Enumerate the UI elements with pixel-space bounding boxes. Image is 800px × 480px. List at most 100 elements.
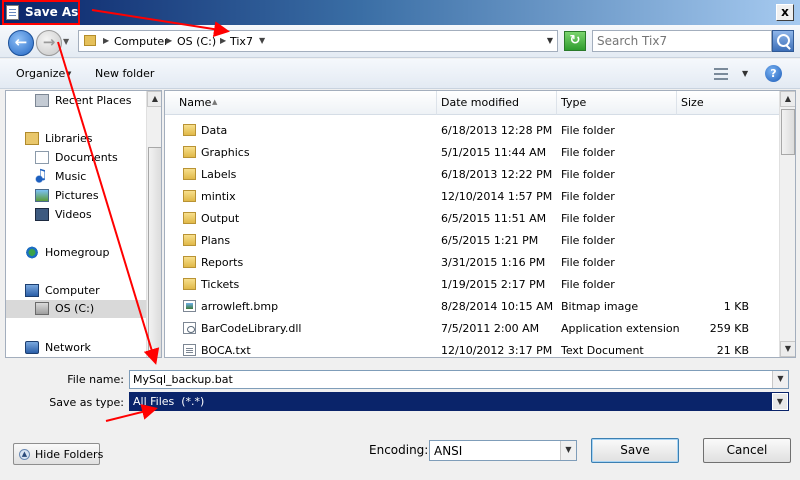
file-name: mintix <box>201 190 236 203</box>
table-row[interactable]: Tickets 1/19/2015 2:17 PM File folder <box>165 274 780 296</box>
back-arrow-icon[interactable]: ← <box>8 30 34 56</box>
organize-chevron-icon[interactable]: ▼ <box>66 70 71 78</box>
sidebar-item-videos[interactable]: Videos <box>6 206 146 224</box>
save-as-type-select[interactable]: All Files (*.*) ▼ <box>129 392 789 411</box>
sidebar-item-music[interactable]: Music <box>6 167 146 186</box>
table-row[interactable]: BOCA.txt 12/10/2012 3:17 PM Text Documen… <box>165 340 780 357</box>
file-type: File folder <box>561 168 615 181</box>
file-name: Labels <box>201 168 237 181</box>
address-dropdown-icon[interactable]: ▼ <box>547 36 553 45</box>
file-list-scrollbar[interactable]: ▲ ▼ <box>779 91 795 357</box>
sidebar-item-documents[interactable]: Documents <box>6 149 146 167</box>
save-as-type-label: Save as type: <box>49 396 124 409</box>
address-bar[interactable]: ▶ Computer ▶ OS (C:) ▶ Tix7 ▼ ▼ <box>78 30 558 52</box>
column-header-date-modified[interactable]: Date modified <box>437 91 557 115</box>
folder-icon <box>183 190 196 202</box>
change-view-icon[interactable] <box>714 68 728 80</box>
documents-icon <box>35 151 49 164</box>
table-row[interactable]: Data 6/18/2013 12:28 PM File folder <box>165 120 780 142</box>
breadcrumb-separator-icon[interactable]: ▼ <box>259 36 265 45</box>
sidebar-item-recent-places[interactable]: Recent Places <box>6 92 146 110</box>
scroll-up-icon[interactable]: ▲ <box>147 91 161 107</box>
help-icon[interactable]: ? <box>765 65 782 82</box>
sidebar-item-network[interactable]: Network <box>6 339 146 357</box>
file-name-field[interactable]: ▼ <box>129 370 789 389</box>
sidebar-scrollbar[interactable]: ▲ <box>146 91 161 357</box>
encoding-dropdown-icon[interactable]: ▼ <box>560 441 576 460</box>
table-row[interactable]: Plans 6/5/2015 1:21 PM File folder <box>165 230 780 252</box>
recent-pages-chevron-icon[interactable]: ▼ <box>63 37 69 46</box>
close-button[interactable]: x <box>776 4 794 21</box>
search-box[interactable] <box>592 30 772 52</box>
new-folder-button[interactable]: New folder <box>95 67 154 80</box>
table-row[interactable]: Output 6/5/2015 11:51 AM File folder <box>165 208 780 230</box>
file-name-input[interactable] <box>130 371 770 388</box>
breadcrumb-os-c[interactable]: OS (C:) <box>177 35 216 48</box>
scrollbar-thumb[interactable] <box>781 109 795 155</box>
sidebar-item-label: Pictures <box>55 189 99 202</box>
encoding-select[interactable]: ANSI ▼ <box>429 440 577 461</box>
breadcrumb-separator-icon[interactable]: ▶ <box>103 36 109 45</box>
title-bar: Save As x <box>0 0 800 25</box>
file-type: File folder <box>561 124 615 137</box>
column-header-type[interactable]: Type <box>557 91 677 115</box>
search-icon[interactable] <box>772 30 794 52</box>
folder-icon <box>183 168 196 180</box>
sidebar-item-libraries[interactable]: Libraries <box>6 130 146 148</box>
folder-icon <box>183 278 196 290</box>
breadcrumb-separator-icon[interactable]: ▶ <box>166 36 172 45</box>
save-as-type-dropdown-icon[interactable]: ▼ <box>772 393 788 410</box>
breadcrumb-computer[interactable]: Computer <box>114 35 169 48</box>
sidebar-item-label: Documents <box>55 151 118 164</box>
homegroup-icon <box>25 246 39 259</box>
file-date: 6/5/2015 11:51 AM <box>441 212 547 225</box>
file-date: 7/5/2011 2:00 AM <box>441 322 540 335</box>
file-type: Bitmap image <box>561 300 639 313</box>
table-row[interactable]: Reports 3/31/2015 1:16 PM File folder <box>165 252 780 274</box>
scroll-down-icon[interactable]: ▼ <box>780 341 795 357</box>
libraries-icon <box>25 132 39 145</box>
table-row[interactable]: mintix 12/10/2014 1:57 PM File folder <box>165 186 780 208</box>
file-size: 1 KB <box>723 300 749 313</box>
file-type: File folder <box>561 212 615 225</box>
scroll-up-icon[interactable]: ▲ <box>780 91 795 107</box>
file-date: 1/19/2015 2:17 PM <box>441 278 546 291</box>
table-row[interactable]: BarCodeLibrary.dll 7/5/2011 2:00 AM Appl… <box>165 318 780 340</box>
cancel-button[interactable]: Cancel <box>703 438 791 463</box>
folder-icon <box>84 35 96 46</box>
sidebar-item-homegroup[interactable]: Homegroup <box>6 244 146 262</box>
file-name: Graphics <box>201 146 250 159</box>
column-header-size[interactable]: Size <box>677 91 780 115</box>
breadcrumb-tix7[interactable]: Tix7 <box>230 35 253 48</box>
column-header-name[interactable]: Name ▲ <box>165 91 437 115</box>
collapse-chevron-icon: ▲ <box>19 449 30 460</box>
sidebar-item-computer[interactable]: Computer <box>6 282 146 300</box>
sidebar-item-pictures[interactable]: Pictures <box>6 187 146 205</box>
breadcrumb-separator-icon[interactable]: ▶ <box>220 36 226 45</box>
table-row[interactable]: arrowleft.bmp 8/28/2014 10:15 AM Bitmap … <box>165 296 780 318</box>
scrollbar-thumb[interactable] <box>148 147 161 357</box>
save-button[interactable]: Save <box>591 438 679 463</box>
refresh-button[interactable]: ↻ <box>564 31 586 51</box>
organize-button[interactable]: Organize <box>16 67 65 80</box>
recent-places-icon <box>35 94 49 107</box>
file-size: 21 KB <box>716 344 749 357</box>
table-row[interactable]: Labels 6/18/2013 12:22 PM File folder <box>165 164 780 186</box>
file-name: Tickets <box>201 278 240 291</box>
sidebar-item-os-c[interactable]: OS (C:) <box>6 300 146 318</box>
file-date: 12/10/2012 3:17 PM <box>441 344 553 357</box>
sidebar-item-label: Music <box>55 170 87 183</box>
folder-icon <box>183 124 196 136</box>
forward-arrow-icon[interactable]: → <box>36 30 62 56</box>
hide-folders-button[interactable]: ▲ Hide Folders <box>13 443 104 465</box>
file-type: File folder <box>561 234 615 247</box>
column-header-label: Type <box>561 96 587 109</box>
table-row[interactable]: Graphics 5/1/2015 11:44 AM File folder <box>165 142 780 164</box>
save-as-type-value: All Files (*.*) <box>133 395 205 408</box>
hide-folders-label: Hide Folders <box>35 448 104 461</box>
file-date: 6/5/2015 1:21 PM <box>441 234 539 247</box>
file-type: File folder <box>561 256 615 269</box>
view-options-chevron-icon[interactable]: ▼ <box>742 69 748 78</box>
file-name-dropdown-icon[interactable]: ▼ <box>772 371 788 388</box>
search-input[interactable] <box>593 31 771 51</box>
